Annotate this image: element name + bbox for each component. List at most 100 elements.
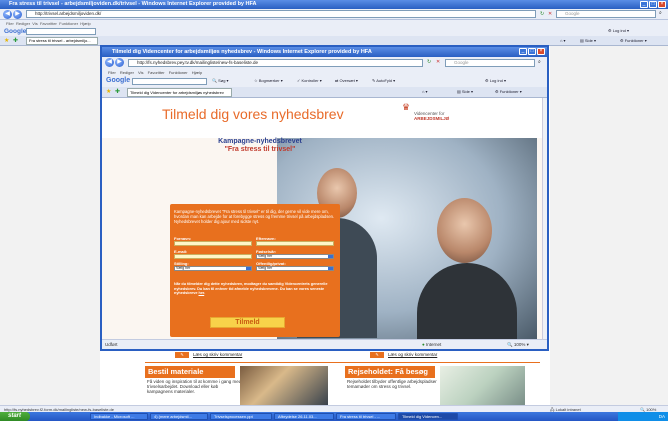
task-item[interactable]: Fra stress til trivsel - ... xyxy=(336,413,396,420)
crown-logo-icon: ♛ xyxy=(402,102,411,112)
favorites-star-icon[interactable]: ★ xyxy=(4,37,9,44)
tray-language[interactable]: DA xyxy=(659,414,665,419)
email-field[interactable] xyxy=(174,254,252,259)
popup-tab[interactable]: Tilmeld dig Videncenter for arbejdsmiljø… xyxy=(127,88,232,97)
add-favorite-icon[interactable]: ✚ xyxy=(115,88,120,95)
menu-tools[interactable]: Funktioner xyxy=(59,21,78,26)
first-name-field[interactable] xyxy=(174,241,252,246)
maximize-button[interactable]: □ xyxy=(528,48,536,55)
outer-address-bar[interactable]: http://trivsel.arbejdsmiljoviden.dk/ xyxy=(26,10,536,18)
sector-select[interactable]: Vælg her xyxy=(256,266,334,271)
refresh-icon[interactable]: ↻ xyxy=(540,11,544,17)
stop-icon[interactable]: ✕ xyxy=(548,11,552,17)
subscribe-button[interactable]: Tilmeld xyxy=(210,317,285,328)
promo-order-text: Få viden og inspiration til at komme i g… xyxy=(147,379,242,394)
page-title: Tilmeld dig vores nyhedsbrev xyxy=(162,106,344,122)
bg-comment-link-right[interactable]: Læs og skriv kommentar xyxy=(388,352,437,357)
toolbar-bookmarks[interactable]: ☆ Bogmærker ▾ xyxy=(254,77,283,85)
chevron-down-icon xyxy=(246,267,251,270)
favorites-star-icon[interactable]: ★ xyxy=(106,88,111,95)
outer-tab[interactable]: Fra stress til trivsel - arbejdsmiljo... xyxy=(26,37,98,45)
system-tray: DA xyxy=(618,412,668,421)
search-icon[interactable]: ⌕ xyxy=(659,10,662,16)
outer-navigation-bar: ◀ ▶ http://trivsel.arbejdsmiljoviden.dk/… xyxy=(0,9,668,20)
back-icon[interactable]: ◀ xyxy=(105,58,114,67)
back-icon[interactable]: ◀ xyxy=(3,10,12,19)
outer-search-input[interactable]: Google xyxy=(556,10,656,18)
status-zoom[interactable]: 🔍 100% ▾ xyxy=(507,340,529,349)
toolbar-check[interactable]: ✓ Kontroller ▾ xyxy=(297,77,322,85)
status-done: Udført xyxy=(105,342,118,347)
popup-google-search[interactable] xyxy=(132,78,207,85)
task-item[interactable]: Indbakke - Microsoft ... xyxy=(90,413,148,420)
popup-status-bar: Udført ● Internet 🔍 100% ▾ xyxy=(102,339,547,349)
toolbar-autofill[interactable]: ✎ AutoFyld ▾ xyxy=(372,77,395,85)
newsletter-archive-link[interactable]: her xyxy=(199,291,205,295)
popup-address-bar[interactable]: http://fs.nyhedsbrev.pey.tv.dk/mailingli… xyxy=(128,59,423,67)
birth-year-select[interactable]: Vælg her xyxy=(256,254,334,259)
birth-year-value: Vælg her xyxy=(258,254,273,258)
stop-icon[interactable]: ✕ xyxy=(436,59,440,65)
menu-help[interactable]: Hjælp xyxy=(192,70,202,75)
close-button[interactable]: × xyxy=(658,1,666,8)
outer-page-menu[interactable]: ▤ Side ▾ xyxy=(580,37,596,45)
minimize-button[interactable]: _ xyxy=(519,48,527,55)
form-intro: Kampagne-nyhedsbrevet "Fra stress til tr… xyxy=(174,209,335,224)
promo-team-visit[interactable]: Rejseholdet: Få besøg xyxy=(345,366,435,378)
search-icon[interactable]: ⌕ xyxy=(538,59,541,65)
position-select[interactable]: Vælg her xyxy=(174,266,252,271)
divider xyxy=(145,362,540,363)
task-item[interactable]: 4) (mere arbejdsmil... xyxy=(150,413,208,420)
home-icon[interactable]: ⌂ ▾ xyxy=(422,88,428,96)
menu-view[interactable]: Vis xyxy=(32,21,37,26)
menu-file[interactable]: Filer xyxy=(108,70,116,75)
org-logo: Videncenter for ARBEJDSMILJØ xyxy=(414,111,449,121)
newsletter-page: Tilmeld dig vores nyhedsbrev ♛ Videncent… xyxy=(102,98,547,339)
task-item-active[interactable]: Tilmeld dig Videncen... xyxy=(398,413,458,420)
menu-file[interactable]: Filer xyxy=(6,21,14,26)
popup-search-input[interactable]: Google xyxy=(445,59,535,67)
outer-window-controls: _ □ × xyxy=(640,1,666,8)
material-image xyxy=(240,366,328,405)
campaign-heading: Kampagne-nyhedsbrevet xyxy=(218,138,302,145)
add-favorite-icon[interactable]: ✚ xyxy=(13,37,18,44)
notice-text: Når du tilmelder dig dette nyhedsbrev, m… xyxy=(174,282,328,295)
sector-value: Vælg her xyxy=(258,266,273,270)
task-item[interactable]: Trivselsprocessen.ppt xyxy=(210,413,272,420)
menu-view[interactable]: Vis xyxy=(138,70,143,75)
campaign-subheading: "Fra stress til trivsel" xyxy=(224,146,296,153)
bg-comment-link-left[interactable]: Læs og skriv kommentar xyxy=(193,352,242,357)
start-button[interactable]: start xyxy=(0,412,30,421)
menu-help[interactable]: Hjælp xyxy=(80,21,90,26)
outer-login-link[interactable]: ⚙ Log ind ▾ xyxy=(608,27,629,35)
popup-tab-bar: ★ ✚ Tilmeld dig Videncenter for arbejdsm… xyxy=(102,87,547,98)
refresh-icon[interactable]: ↻ xyxy=(427,59,431,65)
popup-page-menu[interactable]: ▤ Side ▾ xyxy=(457,88,473,96)
comment-icon: ✎ xyxy=(370,352,384,358)
menu-favorites[interactable]: Favoritter xyxy=(40,21,57,26)
maximize-button[interactable]: □ xyxy=(649,1,657,8)
promo-order-material[interactable]: Bestil materiale xyxy=(145,366,235,378)
menu-tools[interactable]: Funktioner xyxy=(169,70,188,75)
menu-favorites[interactable]: Favoritter xyxy=(148,70,165,75)
outer-window-title: Fra stress til trivsel - arbejdsmiljovid… xyxy=(0,0,668,9)
menu-edit[interactable]: Rediger xyxy=(120,70,134,75)
home-icon[interactable]: ⌂ ▾ xyxy=(560,37,566,45)
scrollbar[interactable] xyxy=(542,98,547,339)
google-logo: Google xyxy=(4,28,27,35)
popup-tools-menu[interactable]: ⚙ Funktioner ▾ xyxy=(495,88,522,96)
signup-form: Kampagne-nyhedsbrevet "Fra stress til tr… xyxy=(170,204,340,337)
form-notice: Når du tilmelder dig dette nyhedsbrev, m… xyxy=(174,282,328,295)
last-name-field[interactable] xyxy=(256,241,334,246)
minimize-button[interactable]: _ xyxy=(640,1,648,8)
toolbar-translate[interactable]: ⇄ Oversæt ▾ xyxy=(335,77,358,85)
task-item[interactable]: Afbrydelse 26.11.03... xyxy=(274,413,334,420)
outer-tools-menu[interactable]: ⚙ Funktioner ▾ xyxy=(620,37,647,45)
menu-edit[interactable]: Rediger xyxy=(16,21,30,26)
toolbar-search[interactable]: 🔍 Søg ▾ xyxy=(212,77,229,85)
forward-icon[interactable]: ▶ xyxy=(115,58,124,67)
popup-login-link[interactable]: ⚙ Log ind ▾ xyxy=(485,77,506,85)
forward-icon[interactable]: ▶ xyxy=(13,10,22,19)
close-button[interactable]: × xyxy=(537,48,545,55)
outer-google-search[interactable] xyxy=(26,28,96,35)
